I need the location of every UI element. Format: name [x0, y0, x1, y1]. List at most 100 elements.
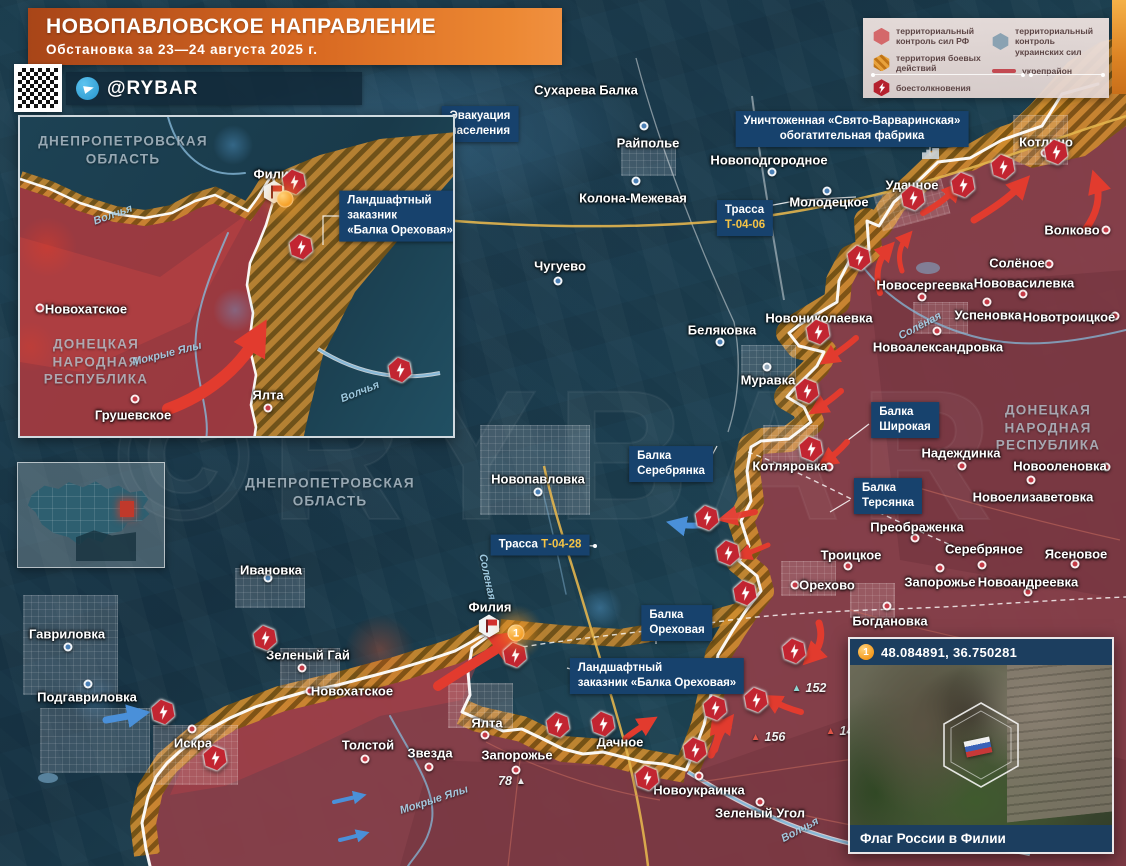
callout-line: Ландшафтный [578, 661, 736, 676]
map-subtitle: Обстановка за 23—24 августа 2025 г. [46, 42, 562, 57]
region-label: ДНЕПРОПЕТРОВСКАЯ ОБЛАСТЬ [38, 132, 208, 167]
filiya-inset-map: ДНЕПРОПЕТРОВСКАЯ ОБЛАСТЬДОНЕЦКАЯ НАРОДНА… [18, 115, 455, 438]
callout-label: Ландшафтныйзаказник«Балка Ореховая» [339, 191, 455, 242]
callout-line: Эвакуация [450, 109, 511, 124]
legend-edge-bar [1112, 0, 1126, 94]
settlement-pin [554, 277, 563, 286]
title-banner: НОВОПАВЛОВСКОЕ НАПРАВЛЕНИЕ Обстановка за… [28, 8, 562, 65]
callout-line: Терсянка [862, 496, 914, 511]
callout-line: обогатительная фабрика [744, 129, 961, 144]
settlement-pin [131, 395, 140, 404]
town-label: Троицкое [821, 548, 882, 563]
legend-item: укрепрайон [992, 63, 1101, 79]
town-label: Новоандреевка [978, 575, 1079, 590]
ukraine-minimap [17, 462, 165, 568]
settlement-pin [883, 602, 892, 611]
hex-blue-icon [992, 33, 1009, 50]
callout-label: БалкаСеребрянка [629, 446, 713, 482]
town-label: Новотроицкое [1023, 310, 1116, 325]
channel-handle: @RYBAR [107, 78, 198, 100]
settlement-pin [481, 731, 490, 740]
clash-icon [794, 377, 821, 406]
photo-inset: 1 48.084891, 36.750281 Флаг России в Фил… [848, 637, 1114, 854]
town-label: Новоподгородное [710, 153, 827, 168]
height-marker: ▲156 [751, 730, 786, 744]
callout-line: Т-04-06 [725, 218, 765, 233]
town-label: Новоалександровка [873, 340, 1003, 355]
town-label: Толстой [342, 738, 394, 753]
town-label: Райполье [617, 136, 680, 151]
channel-bar: @RYBAR [66, 72, 362, 105]
inset-labels-layer: ДНЕПРОПЕТРОВСКАЯ ОБЛАСТЬДОНЕЦКАЯ НАРОДНА… [20, 117, 453, 436]
callout-label: ТрассаТ-04-06 [717, 200, 773, 236]
settlement-pin [695, 772, 704, 781]
callout-label: Трасса Т-04-28 [491, 535, 590, 556]
town-label: Дачное [597, 735, 644, 750]
settlement-pin [264, 404, 273, 413]
strike-glow [213, 125, 253, 165]
clash-icon [715, 539, 742, 568]
settlement-pin [1019, 290, 1028, 299]
settlement-pin [716, 338, 725, 347]
clash-icon [846, 244, 873, 273]
line-red-icon [992, 69, 1016, 73]
region-label: ДОНЕЦКАЯ НАРОДНАЯ РЕСПУБЛИКА [996, 402, 1100, 455]
clash-icon [252, 624, 279, 653]
shield-icon [873, 79, 890, 96]
town-label: Новосергеевка [877, 278, 974, 293]
clash-icon [634, 764, 661, 793]
settlement-pin [936, 564, 945, 573]
height-marker: 78▲ [498, 774, 526, 788]
minimap-highlight-region [120, 501, 134, 517]
settlement-pin [933, 327, 942, 336]
clash-icon [781, 637, 808, 666]
settlement-pin [978, 561, 987, 570]
clash-icon [743, 686, 770, 715]
legend-column-1: территориальный контроль сил РФтерритори… [873, 26, 982, 92]
legend-item: территориальный контроль украинских сил [992, 26, 1101, 57]
clash-icon [798, 435, 825, 464]
town-label: Орехово [799, 578, 855, 593]
legend-label: боестолкновения [896, 83, 971, 93]
photo-ref-number: 1 [858, 644, 874, 660]
callout-line: Широкая [879, 420, 931, 435]
clash-icon [387, 356, 414, 385]
town-label: Ялта [471, 716, 502, 731]
town-label: Солёное [989, 256, 1045, 271]
target-hexagon-icon [933, 697, 1029, 793]
callout-line: Балка [649, 608, 704, 623]
callout-line: Балка [637, 449, 705, 464]
town-label: Серебряное [945, 542, 1023, 557]
settlement-pin [1102, 226, 1111, 235]
clash-icon [694, 504, 721, 533]
town-label: Новопавловка [491, 472, 585, 487]
photo-header: 1 48.084891, 36.750281 [850, 639, 1112, 665]
settlement-pin [918, 293, 927, 302]
callout-line: Ореховая [649, 623, 704, 638]
callout-label: Уничтоженная «Свято-Варваринская»обогати… [736, 111, 969, 147]
callout-line: Трасса [725, 203, 765, 218]
callout-line: Балка [862, 481, 914, 496]
river-label: Мокрые Ялы [398, 783, 469, 816]
settlement-pin [361, 755, 370, 764]
town-label: Нововасилевка [974, 276, 1074, 291]
callout-label: Ландшафтныйзаказник «Балка Ореховая» [570, 658, 744, 694]
callout-line: Уничтоженная «Свято-Варваринская» [744, 114, 961, 129]
settlement-pin [768, 168, 777, 177]
clash-icon [900, 184, 927, 213]
town-label: Подгавриловка [37, 690, 137, 705]
settlement-pin [983, 298, 992, 307]
photo-ref-marker [277, 191, 294, 208]
settlement-pin [958, 462, 967, 471]
hex-striped-icon [873, 54, 890, 71]
clash-icon [202, 744, 229, 773]
callout-label: БалкаТерсянка [854, 478, 922, 514]
legend-panel: территориальный контроль сил РФтерритори… [863, 18, 1109, 98]
town-label: Надеждинка [922, 446, 1001, 461]
flag-icon [478, 615, 500, 638]
clash-icon [702, 694, 729, 723]
river-label: Соленая [476, 553, 497, 601]
town-label: Зеленый Гай [266, 648, 350, 663]
legend-divider [873, 74, 1023, 75]
town-label: Колона-Межевая [579, 191, 687, 206]
